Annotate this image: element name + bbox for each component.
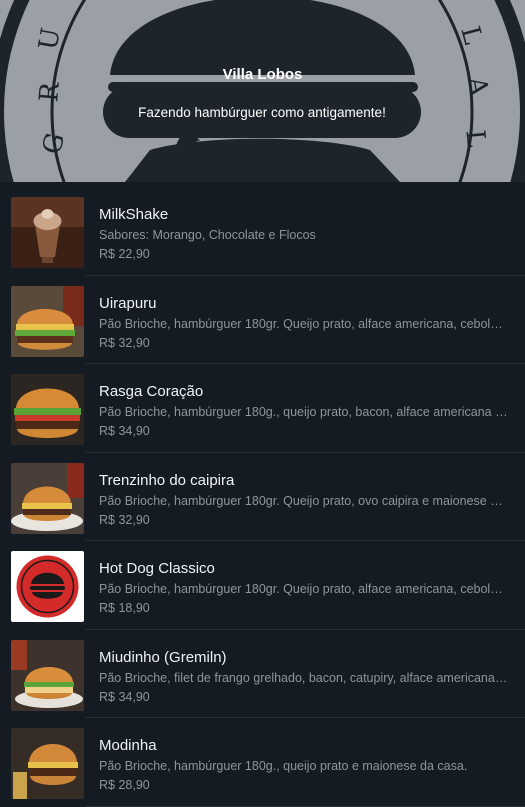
menu-item[interactable]: Modinha Pão Brioche, hambúrguer 180g., q… [0, 718, 525, 807]
item-description: Sabores: Morango, Chocolate e Flocos [99, 228, 316, 242]
menu-item[interactable]: Uirapuru Pão Brioche, hambúrguer 180gr. … [0, 276, 525, 364]
item-name: Rasga Coração [99, 383, 204, 400]
menu-item[interactable]: Rasga Coração Pão Brioche, hambúrguer 18… [0, 364, 525, 453]
item-price: R$ 32,90 [99, 512, 150, 527]
item-description: Pão Brioche, hambúrguer 180gr. Queijo pr… [99, 582, 509, 596]
store-tagline: Fazendo hambúrguer como antigamente! [103, 86, 421, 138]
item-price: R$ 34,90 [99, 689, 150, 704]
item-price: R$ 32,90 [99, 335, 150, 350]
item-price: R$ 18,90 [99, 601, 150, 615]
item-price: R$ 28,90 [99, 778, 150, 792]
item-name: Miudinho (Gremiln) [99, 648, 227, 666]
svg-text:L: L [459, 129, 490, 149]
menu-list: MilkShake Sabores: Morango, Chocolate e … [0, 187, 525, 807]
item-price: R$ 22,90 [99, 247, 150, 261]
burger-plate-image [11, 462, 84, 534]
item-name: Modinha [99, 737, 157, 754]
burger-image [11, 374, 84, 445]
menu-item[interactable]: MilkShake Sabores: Morango, Chocolate e … [0, 187, 525, 276]
item-description: Pão Brioche, hambúrguer 180gr. Queijo pr… [99, 316, 509, 331]
menu-item[interactable]: Hot Dog Classico Pão Brioche, hambúrguer… [0, 541, 525, 630]
item-description: Pão Brioche, hambúrguer 180g., queijo pr… [99, 759, 468, 773]
item-description: Pão Brioche, filet de frango grelhado, b… [99, 670, 509, 685]
store-banner: U R G L A L Villa Lobos Fazendo hambúrgu… [0, 0, 525, 182]
milkshake-image [11, 197, 84, 268]
menu-item[interactable]: Trenzinho do caipira Pão Brioche, hambúr… [0, 453, 525, 541]
store-name: Villa Lobos [222, 66, 303, 83]
burger-plate-image [11, 639, 84, 711]
tagline-text: Fazendo hambúrguer como antigamente! [138, 104, 386, 120]
item-name: Trenzinho do caipira [99, 471, 235, 489]
item-description: Pão Brioche, hambúrguer 180gr. Queijo pr… [99, 493, 509, 508]
item-price: R$ 34,90 [99, 424, 150, 438]
item-name: Uirapuru [99, 294, 157, 312]
burger-image [11, 285, 84, 357]
item-divider [85, 805, 525, 807]
item-name: MilkShake [99, 206, 169, 223]
item-description: Pão Brioche, hambúrguer 180g., queijo pr… [99, 405, 509, 419]
brand-badge-image [11, 551, 84, 622]
item-name: Hot Dog Classico [99, 560, 215, 577]
menu-item[interactable]: Miudinho (Gremiln) Pão Brioche, filet de… [0, 630, 525, 718]
burger-image [11, 728, 84, 799]
